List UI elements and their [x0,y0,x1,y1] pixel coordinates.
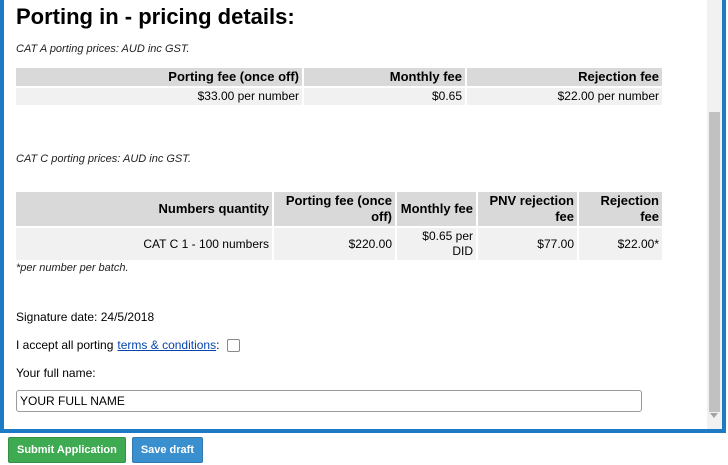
table-header: PNV rejection fee [478,192,577,226]
table-header: Porting fee (once off) [16,68,302,86]
table-cell: $77.00 [478,228,577,260]
terms-link[interactable]: terms & conditions [117,338,216,352]
form-frame: Porting in - pricing details: CAT A port… [0,0,726,433]
vertical-scrollbar[interactable] [707,0,722,429]
signature-date: Signature date: 24/5/2018 [16,310,155,324]
table-header: Porting fee (once off) [274,192,395,226]
cat-a-table: Porting fee (once off) Monthly fee Rejec… [14,66,664,107]
table-header: Monthly fee [397,192,476,226]
table-cell: $22.00 per number [467,88,662,105]
full-name-input[interactable]: YOUR FULL NAME [16,390,642,412]
table-cell: CAT C 1 - 100 numbers [16,228,272,260]
table-cell: $22.00* [579,228,662,260]
table-cell: $33.00 per number [16,88,302,105]
cat-c-note: CAT C porting prices: AUD inc GST. [16,153,192,165]
accept-terms-checkbox[interactable] [227,338,241,352]
table-row: $33.00 per number $0.65 $22.00 per numbe… [16,88,662,105]
table-cell: $0.65 [304,88,465,105]
table-cell: $220.00 [274,228,395,260]
save-draft-button[interactable]: Save draft [131,437,204,463]
table-header: Rejection fee [579,192,662,226]
table-header: Rejection fee [467,68,662,86]
scroll-down-arrow-icon[interactable] [710,413,718,418]
table-header-row: Numbers quantity Porting fee (once off) … [16,192,662,226]
table-header-row: Porting fee (once off) Monthly fee Rejec… [16,68,662,86]
action-buttons: Submit Application Save draft [8,437,209,463]
accept-suffix: : [216,338,220,352]
table-row: CAT C 1 - 100 numbers $220.00 $0.65 per … [16,228,662,260]
form-panel: Porting in - pricing details: CAT A port… [4,0,722,429]
cat-c-footnote: *per number per batch. [16,262,129,274]
table-header: Monthly fee [304,68,465,86]
submit-application-button[interactable]: Submit Application [8,437,126,463]
table-cell: $0.65 per DID [397,228,476,260]
accept-terms-row: I accept all porting terms & conditions … [16,338,241,352]
page-title: Porting in - pricing details: [16,4,295,29]
full-name-label: Your full name: [16,366,96,380]
scrollbar-thumb[interactable] [709,112,720,412]
accept-text: I accept all porting [16,338,114,352]
cat-a-note: CAT A porting prices: AUD inc GST. [16,43,190,55]
table-header: Numbers quantity [16,192,272,226]
cat-c-table: Numbers quantity Porting fee (once off) … [14,190,664,262]
